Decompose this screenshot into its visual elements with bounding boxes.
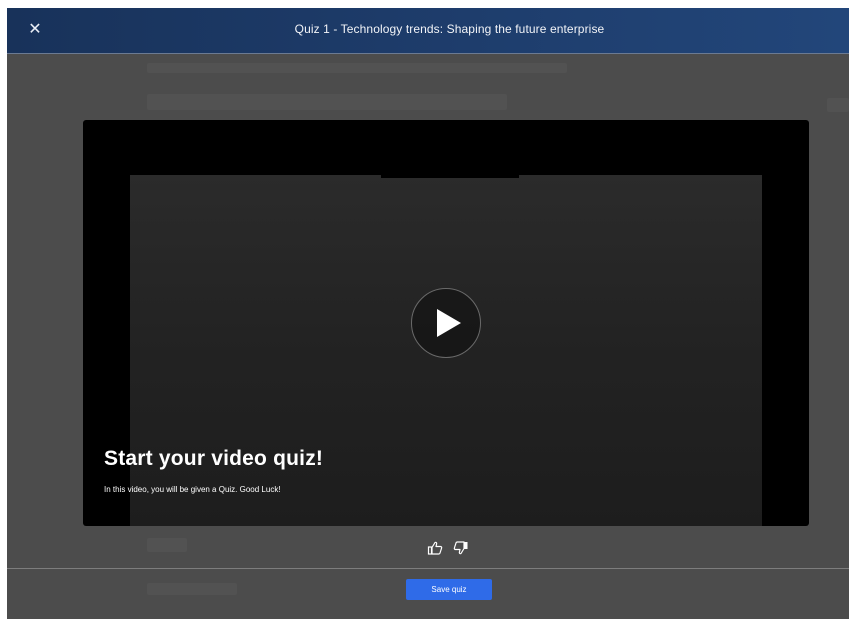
video-overlay-subtitle: In this video, you will be given a Quiz.… [104, 485, 281, 494]
video-player[interactable]: Start your video quiz! In this video, yo… [83, 120, 809, 526]
thumbs-down-button[interactable] [453, 540, 469, 556]
play-icon [437, 309, 461, 337]
footer-divider [7, 568, 849, 569]
thumbs-up-icon [427, 541, 443, 555]
thumbs-down-icon [453, 541, 468, 555]
save-quiz-button[interactable]: Save quiz [406, 579, 492, 600]
video-frame-edge [381, 173, 519, 178]
modal-title: Quiz 1 - Technology trends: Shaping the … [294, 22, 605, 36]
play-button[interactable] [411, 288, 481, 358]
quiz-modal: ✕ Quiz 1 - Technology trends: Shaping th… [7, 8, 849, 619]
video-overlay-title: Start your video quiz! [104, 447, 324, 470]
modal-header: ✕ Quiz 1 - Technology trends: Shaping th… [7, 8, 849, 54]
thumbs-up-button[interactable] [427, 540, 443, 556]
rating-controls [427, 540, 469, 556]
